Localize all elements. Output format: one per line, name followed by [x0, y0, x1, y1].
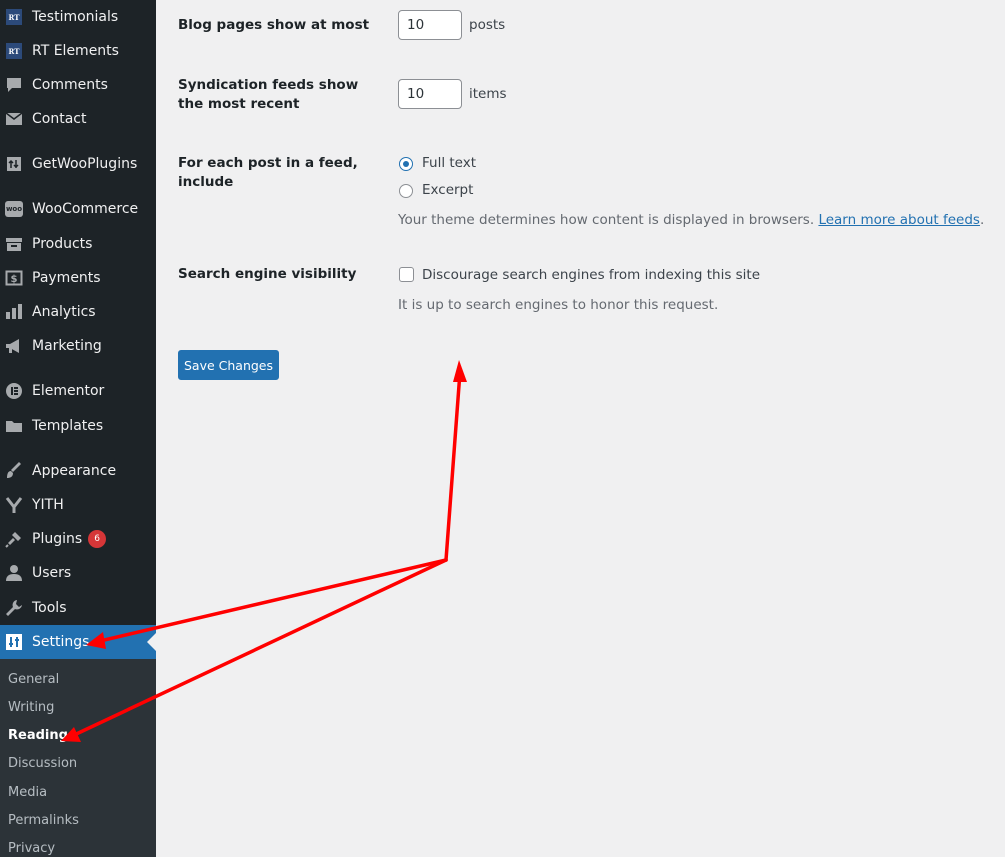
bar-chart-icon [5, 303, 23, 321]
menu-item-plugins[interactable]: Plugins 6 [0, 522, 156, 556]
menu-label: Settings [32, 634, 90, 650]
menu-label: Appearance [32, 463, 117, 479]
menu-label: GetWooPlugins [32, 156, 138, 172]
menu-item-elementor[interactable]: Elementor [0, 374, 156, 408]
menu-item-testimonials[interactable]: RT Testimonials [0, 0, 156, 34]
menu-item-settings[interactable]: Settings [0, 625, 156, 659]
paintbrush-icon [5, 462, 23, 480]
menu-item-payments[interactable]: $ Payments [0, 261, 156, 295]
blog-pages-input[interactable] [398, 10, 462, 40]
menu-label: Tools [32, 600, 67, 616]
menu-label: Plugins 6 [32, 530, 107, 548]
blog-pages-label: Blog pages show at most [178, 17, 370, 33]
menu-label: WooCommerce [32, 201, 139, 217]
svg-text:$: $ [11, 274, 18, 285]
elementor-icon [5, 382, 23, 400]
menu-item-marketing[interactable]: Marketing [0, 329, 156, 363]
excerpt-radio[interactable] [399, 184, 413, 198]
menu-label: Templates [32, 418, 104, 434]
blog-pages-unit: posts [469, 17, 506, 33]
discourage-search-checkbox[interactable] [399, 267, 414, 282]
menu-item-rt-elements[interactable]: RT RT Elements [0, 34, 156, 68]
save-changes-button[interactable]: Save Changes [178, 350, 279, 380]
folder-icon [5, 417, 23, 435]
settings-icon [5, 633, 23, 651]
menu-label: Elementor [32, 383, 105, 399]
syndication-unit: items [469, 86, 507, 102]
admin-sidebar: RT Testimonials RT RT Elements Comments … [0, 0, 156, 857]
arrow-to-save-area [444, 370, 462, 562]
menu-item-tools[interactable]: Tools [0, 591, 156, 625]
discourage-search-label[interactable]: Discourage search engines from indexing … [422, 267, 760, 283]
woo-icon: woo [5, 200, 23, 218]
menu-label: RT Elements [32, 43, 119, 59]
user-icon [5, 564, 23, 582]
menu-item-users[interactable]: Users [0, 556, 156, 590]
menu-item-getwooplugins[interactable]: GetWooPlugins [0, 147, 156, 181]
submenu-reading[interactable]: Reading [8, 728, 68, 743]
menu-item-yith[interactable]: YITH [0, 488, 156, 522]
menu-label: Users [32, 565, 72, 581]
search-visibility-description: It is up to search engines to honor this… [398, 297, 719, 313]
plugin-box-icon [5, 155, 23, 173]
syndication-input[interactable] [398, 79, 462, 109]
menu-item-templates[interactable]: Templates [0, 409, 156, 443]
menu-label: Contact [32, 111, 87, 127]
menu-item-appearance[interactable]: Appearance [0, 454, 156, 488]
envelope-icon [5, 110, 23, 128]
menu-item-comments[interactable]: Comments [0, 68, 156, 102]
feed-include-label: For each post in a feed, include [178, 155, 358, 190]
menu-label: Analytics [32, 304, 96, 320]
menu-item-analytics[interactable]: Analytics [0, 295, 156, 329]
update-count-badge: 6 [88, 530, 107, 548]
submenu-discussion[interactable]: Discussion [8, 756, 77, 771]
plug-icon [5, 530, 23, 548]
full-text-radio[interactable] [399, 157, 413, 171]
dollar-icon: $ [5, 269, 23, 287]
excerpt-label[interactable]: Excerpt [422, 182, 473, 198]
menu-item-products[interactable]: Products [0, 227, 156, 261]
menu-item-woocommerce[interactable]: woo WooCommerce [0, 192, 156, 226]
menu-label: Comments [32, 77, 108, 93]
learn-more-feeds-link[interactable]: Learn more about feeds [818, 212, 980, 228]
feed-description: Your theme determines how content is dis… [398, 212, 985, 228]
menu-item-contact[interactable]: Contact [0, 102, 156, 136]
wrench-icon [5, 599, 23, 617]
search-visibility-label: Search engine visibility [178, 266, 357, 282]
syndication-label: Syndication feeds show the most recent [178, 77, 359, 112]
rt-icon: RT [5, 42, 23, 60]
yith-icon [5, 496, 23, 514]
menu-label: Products [32, 236, 93, 252]
rt-icon: RT [5, 8, 23, 26]
full-text-label[interactable]: Full text [422, 155, 476, 171]
submenu-media[interactable]: Media [8, 785, 47, 800]
submenu-general[interactable]: General [8, 672, 59, 687]
comment-bubble-icon [5, 76, 23, 94]
arrowhead-up [453, 360, 467, 382]
archive-box-icon [5, 235, 23, 253]
menu-label: YITH [32, 497, 64, 513]
menu-label: Payments [32, 270, 101, 286]
megaphone-icon [5, 337, 23, 355]
settings-submenu: General Writing Reading Discussion Media… [0, 659, 156, 857]
menu-label: Marketing [32, 338, 102, 354]
submenu-permalinks[interactable]: Permalinks [8, 813, 79, 828]
submenu-writing[interactable]: Writing [8, 700, 54, 715]
menu-label: Testimonials [32, 9, 119, 25]
submenu-privacy[interactable]: Privacy [8, 841, 55, 856]
